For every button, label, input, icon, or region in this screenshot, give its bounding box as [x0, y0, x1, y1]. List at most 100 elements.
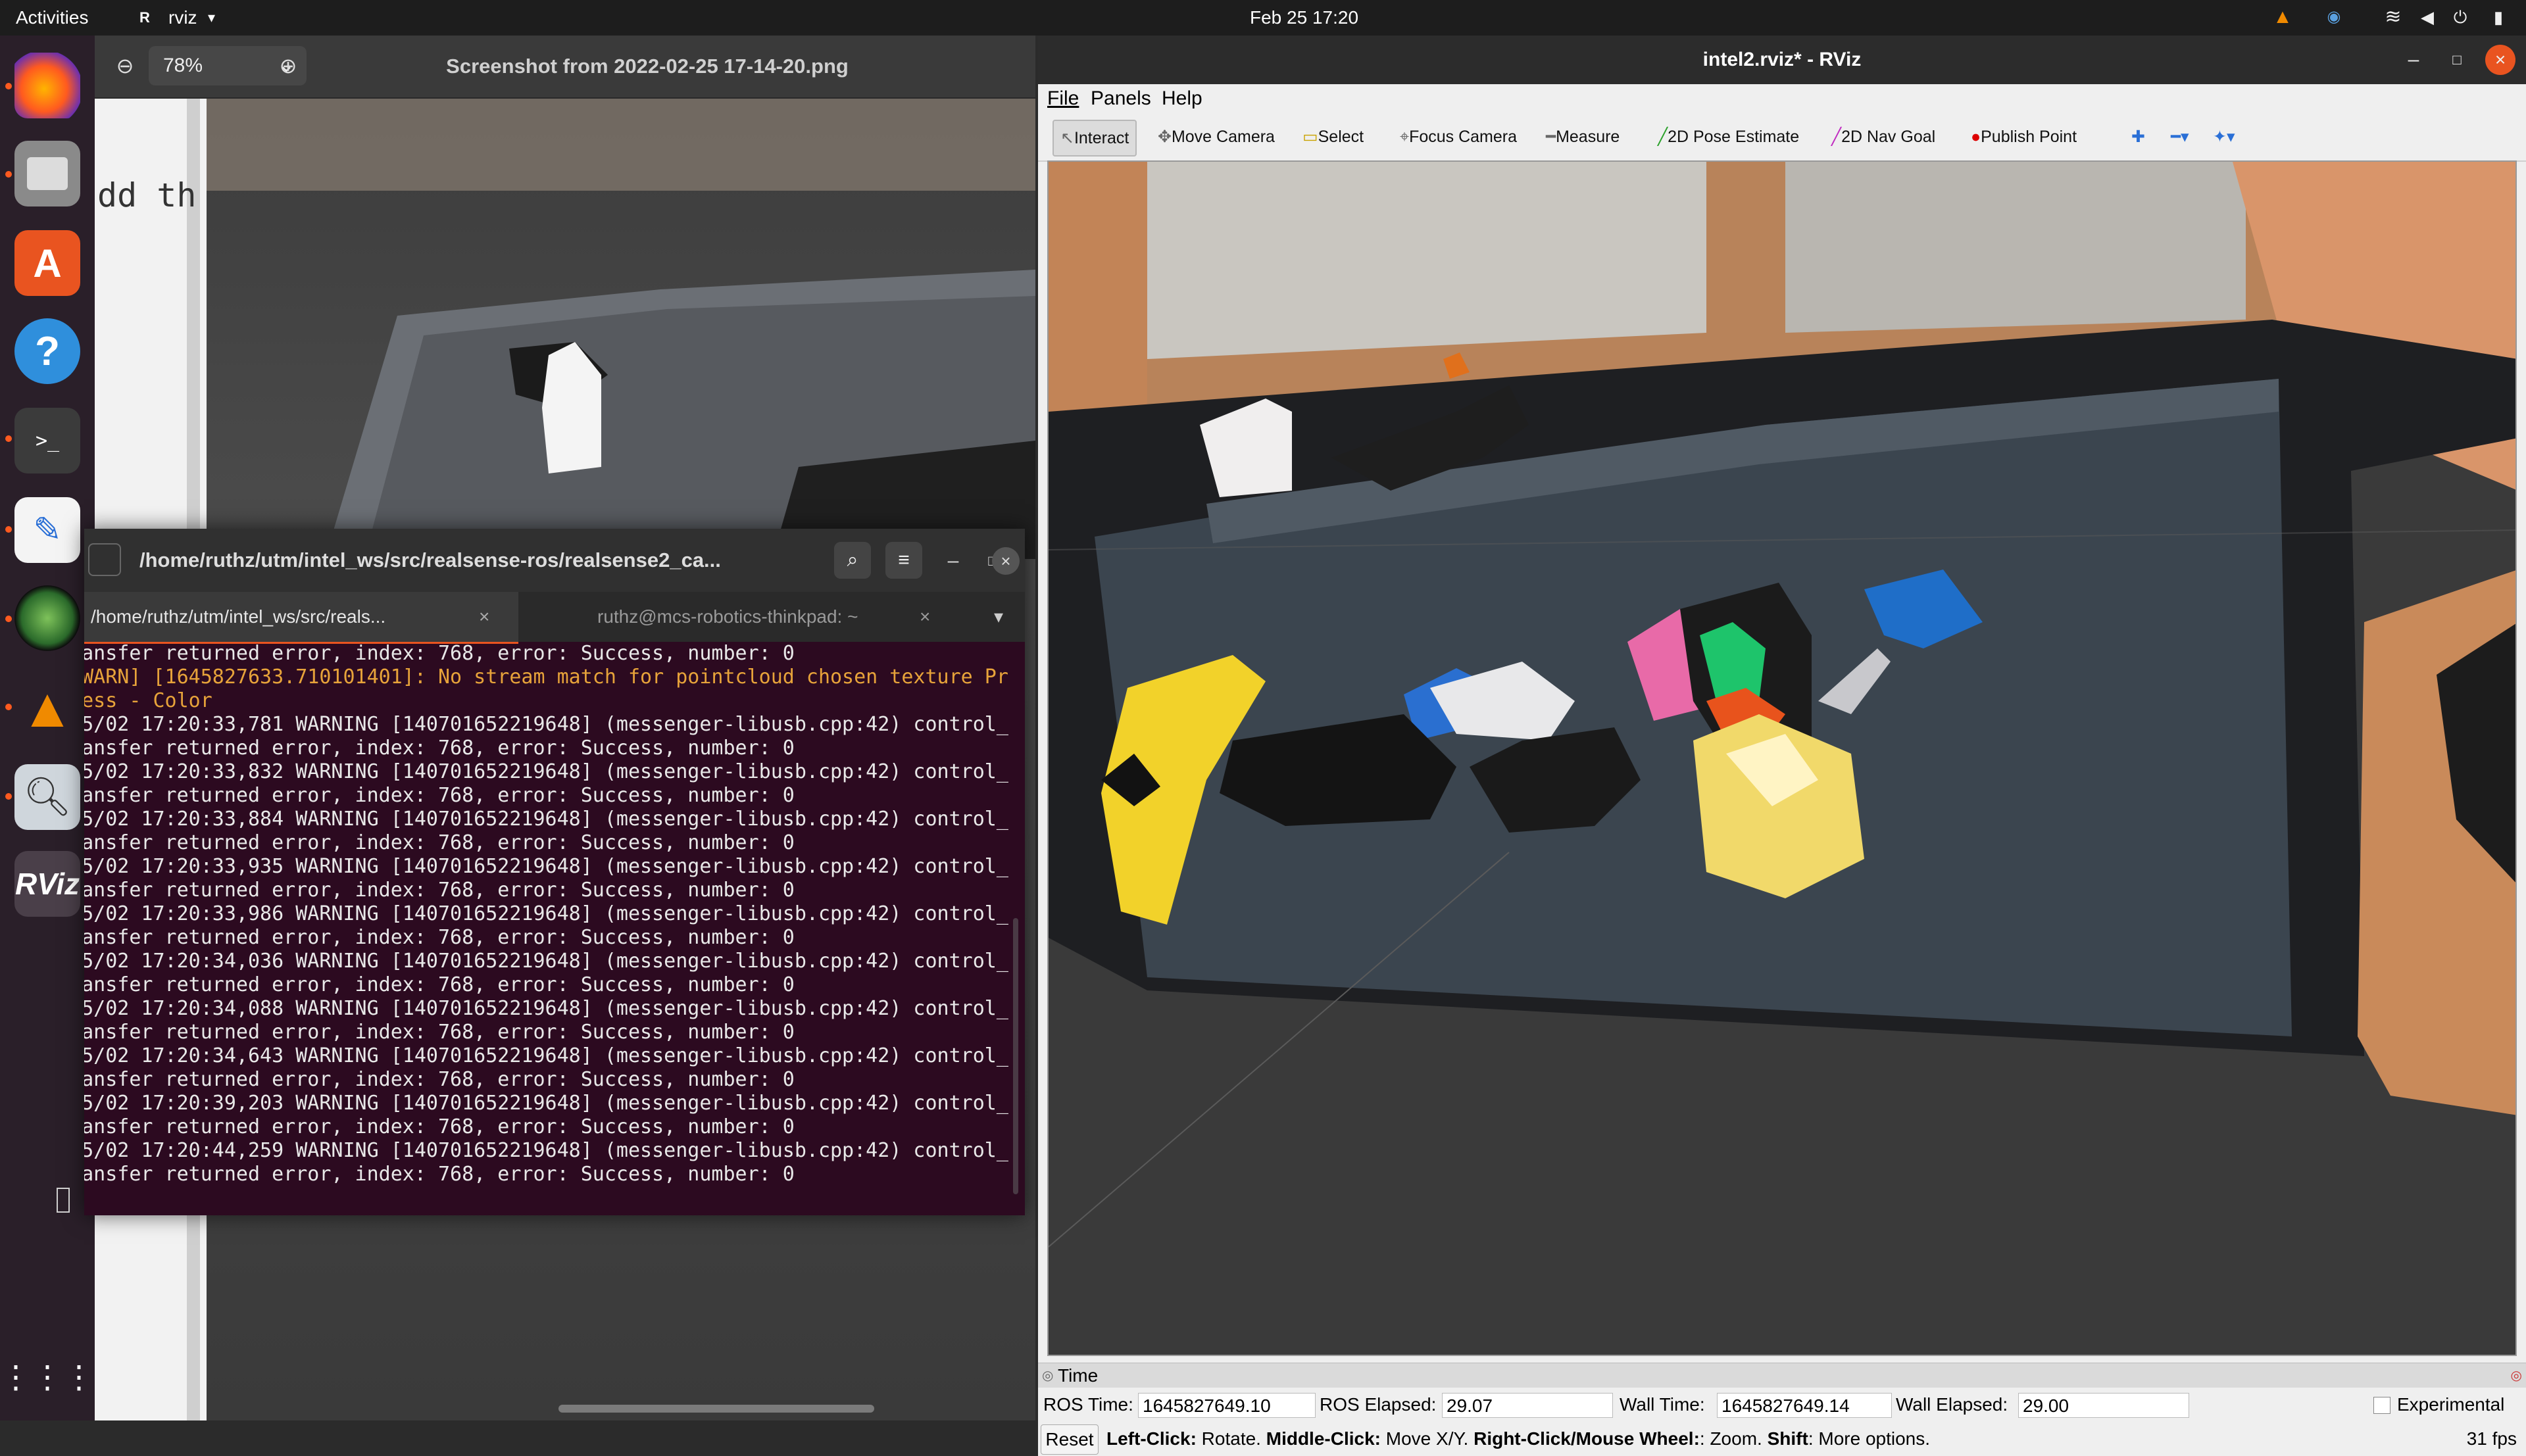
rviz-icon[interactable]: RViz — [14, 851, 80, 917]
pointcloud-render — [1049, 162, 2515, 1248]
rviz-menubar: File Panels Help — [1038, 84, 2526, 113]
rviz-toolbar: ↖Interact ✥Move Camera ▭Select ⌖Focus Ca… — [1038, 113, 2526, 162]
terminal-tab-bar: /home/ruthz/utm/intel_ws/src/reals... × … — [84, 592, 1025, 644]
clock[interactable]: Feb 25 17:20 — [1250, 0, 1460, 36]
time-panel-header: ◎ Time ◎ — [1038, 1363, 2526, 1388]
fps-counter: 31 fps — [2466, 1428, 2517, 1449]
app-menu[interactable]: rviz — [168, 0, 197, 36]
running-indicator — [5, 616, 12, 622]
pointcloud-preview — [207, 99, 1035, 559]
ros-time-label: ROS Time: — [1043, 1394, 1133, 1415]
remove-tool-icon[interactable]: ━▾ — [2164, 120, 2196, 154]
maximize-icon[interactable]: □ — [2442, 45, 2472, 75]
running-indicator — [5, 435, 12, 442]
terminal-cursor — [57, 1188, 70, 1213]
show-apps-icon[interactable]: ⋮⋮⋮ — [0, 1344, 95, 1410]
tab-close-icon[interactable]: × — [479, 592, 489, 642]
software-center-icon[interactable]: A — [14, 230, 80, 296]
terminal-output[interactable]: transfer returned error, index: 768, err… — [84, 642, 1025, 1215]
menu-help[interactable]: Help — [1162, 84, 1202, 113]
terminal-header: /home/ruthz/utm/intel_ws/src/realsense-r… — [84, 529, 1025, 592]
terminal-line: 25/02 17:20:33,781 WARNING [140701652219… — [84, 713, 1008, 736]
hamburger-menu-icon[interactable]: ≡ — [885, 542, 922, 579]
search-icon[interactable]: ⌕ — [834, 542, 871, 579]
terminal-line: 25/02 17:20:44,259 WARNING [140701652219… — [84, 1139, 1008, 1162]
minimize-icon[interactable]: – — [937, 545, 970, 577]
image-viewer-icon[interactable]: 🔍︎ — [14, 764, 80, 830]
tool-publish-point[interactable]: ●Publish Point — [1964, 120, 2083, 154]
volume-icon[interactable]: ◀ — [2415, 5, 2439, 29]
new-tab-icon[interactable] — [88, 543, 121, 576]
battery-icon[interactable]: ▮ — [2487, 5, 2510, 29]
text-editor-icon[interactable]: ✎ — [14, 497, 80, 563]
ros-elapsed-label: ROS Elapsed: — [1320, 1394, 1437, 1415]
terminal-line: transfer returned error, index: 768, err… — [84, 1163, 795, 1186]
activities-button[interactable]: Activities — [16, 0, 88, 36]
wall-elapsed-field[interactable]: 29.00 — [2018, 1393, 2189, 1418]
vlc-tray-icon[interactable]: ▲ — [2271, 5, 2294, 29]
terminal-line: transfer returned error, index: 768, err… — [84, 973, 795, 996]
wall-elapsed-label: Wall Elapsed: — [1896, 1394, 2008, 1415]
time-panel-title: Time — [1058, 1365, 1099, 1386]
terminal-line: 25/02 17:20:33,935 WARNING [140701652219… — [84, 855, 1008, 878]
terminal-tab-active[interactable]: /home/ruthz/utm/intel_ws/src/reals... × — [84, 592, 518, 644]
tool-focus-camera[interactable]: ⌖Focus Camera — [1393, 120, 1523, 154]
globe-tray-icon[interactable]: ◉ — [2322, 5, 2346, 29]
wall-time-field[interactable]: 1645827649.14 — [1717, 1393, 1892, 1418]
document-text-fragment: dd th — [97, 176, 197, 214]
zoom-out-icon[interactable]: ⊖ — [105, 46, 145, 85]
terminal-tab[interactable]: ruthz@mcs-robotics-thinkpad: ~ × — [518, 592, 979, 642]
terminal-scrollbar[interactable] — [1013, 918, 1018, 1194]
reset-button[interactable]: Reset — [1041, 1424, 1099, 1455]
wifi-icon[interactable]: ≋ — [2381, 5, 2405, 29]
tab-close-icon[interactable]: × — [920, 592, 930, 642]
add-tool-icon[interactable]: ✚ — [2125, 120, 2152, 154]
panel-close-icon[interactable]: ◎ — [2511, 1363, 2522, 1388]
tool-2d-nav-goal[interactable]: ╱2D Nav Goal — [1825, 120, 1942, 154]
running-indicator — [5, 793, 12, 800]
wall-time-label: Wall Time: — [1620, 1394, 1705, 1415]
tool-2d-pose-estimate[interactable]: ╱2D Pose Estimate — [1651, 120, 1806, 154]
close-icon[interactable]: × — [2485, 45, 2515, 75]
terminal-line: transfer returned error, index: 768, err… — [84, 784, 795, 807]
terminal-line: 25/02 17:20:33,832 WARNING [140701652219… — [84, 760, 1008, 783]
tool-measure[interactable]: ━Measure — [1539, 120, 1626, 154]
terminal-line: [ WARN] [1645827633.710101401]: No strea… — [84, 666, 1008, 689]
tool-interact[interactable]: ↖Interact — [1052, 120, 1137, 157]
menu-file[interactable]: File — [1047, 84, 1079, 113]
horizontal-scrollbar[interactable] — [558, 1405, 874, 1413]
globe-app-icon[interactable] — [14, 585, 80, 651]
experimental-checkbox[interactable] — [2373, 1397, 2390, 1414]
terminal-line: 25/02 17:20:33,884 WARNING [140701652219… — [84, 808, 1008, 831]
zoom-in-icon[interactable]: ⊕ — [268, 46, 308, 85]
terminal-icon[interactable]: >_ — [14, 408, 80, 473]
tab-list-chevron-icon[interactable]: ▾ — [979, 592, 1018, 642]
terminal-line: transfer returned error, index: 768, err… — [84, 926, 795, 949]
ros-time-field[interactable]: 1645827649.10 — [1138, 1393, 1316, 1418]
power-icon[interactable]: ⏻ — [2448, 5, 2472, 29]
terminal-lines: transfer returned error, index: 768, err… — [84, 642, 1008, 1186]
tool-properties-icon[interactable]: ✦▾ — [2206, 120, 2242, 154]
running-indicator — [5, 83, 12, 89]
vlc-icon[interactable]: ▲ — [14, 675, 80, 740]
panel-dock-icon[interactable]: ◎ — [1042, 1363, 1053, 1388]
terminal-line: ocess - Color — [84, 689, 212, 712]
menu-panels[interactable]: Panels — [1091, 84, 1151, 113]
help-icon[interactable]: ? — [14, 318, 80, 384]
terminal-line: transfer returned error, index: 768, err… — [84, 831, 795, 854]
rviz-3d-view[interactable] — [1047, 160, 2517, 1356]
running-indicator — [5, 171, 12, 178]
ros-elapsed-field[interactable]: 29.07 — [1442, 1393, 1613, 1418]
terminal-line: 25/02 17:20:33,986 WARNING [140701652219… — [84, 902, 1008, 925]
terminal-line: transfer returned error, index: 768, err… — [84, 1115, 795, 1138]
close-icon[interactable]: × — [992, 547, 1020, 575]
terminal-line: 25/02 17:20:34,643 WARNING [140701652219… — [84, 1044, 1008, 1067]
rviz-title: intel2.rviz* - RViz — [1702, 49, 1862, 70]
files-icon[interactable] — [14, 141, 80, 206]
firefox-icon[interactable] — [14, 53, 80, 118]
minimize-icon[interactable]: – — [2398, 45, 2429, 75]
terminal-line: 25/02 17:20:34,036 WARNING [140701652219… — [84, 950, 1008, 973]
image-viewer-title: Screenshot from 2022-02-25 17-14-20.png — [446, 55, 849, 78]
tool-move-camera[interactable]: ✥Move Camera — [1151, 120, 1281, 154]
tool-select[interactable]: ▭Select — [1296, 120, 1370, 154]
